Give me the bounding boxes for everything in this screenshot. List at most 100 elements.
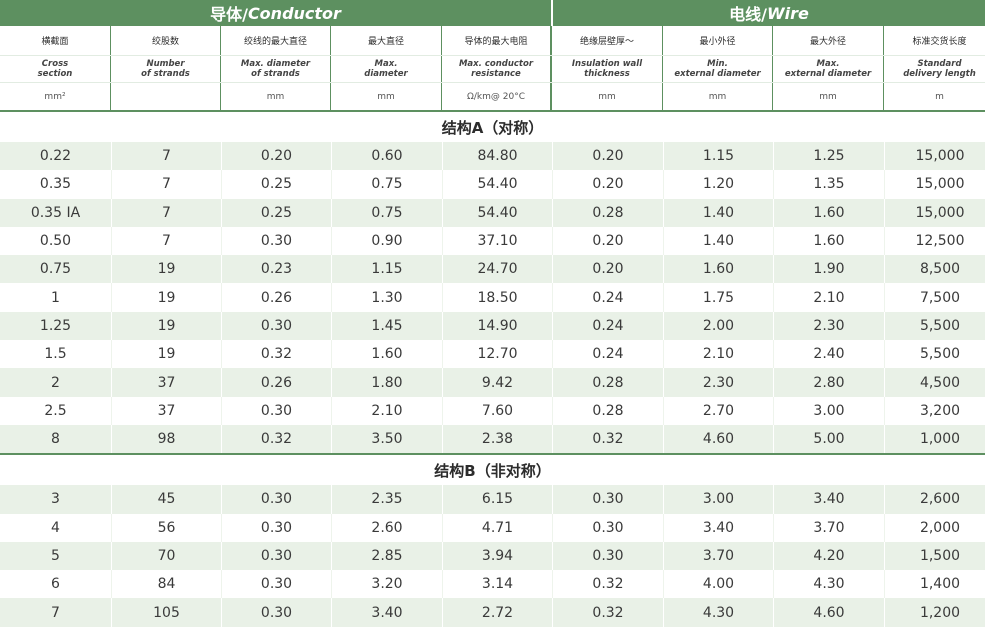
column-headers-zh: 横截面 绞股数 绞线的最大直径 最大直径 导体的最大电阻 绝缘层壁厚～ 最小外径… bbox=[0, 26, 985, 56]
col-header-en-line2: resistance bbox=[471, 69, 521, 79]
table-cell: 1.15 bbox=[663, 142, 773, 171]
table-cell: 1.25 bbox=[0, 311, 111, 341]
conductor-header-en: Conductor bbox=[247, 3, 341, 23]
table-cell: 0.32 bbox=[552, 598, 663, 627]
table-cell: 1.80 bbox=[331, 368, 442, 397]
table-cell: 0.20 bbox=[552, 226, 663, 256]
col-header-en-line1: Max. conductor bbox=[458, 59, 534, 69]
table-cell: 7,500 bbox=[884, 283, 985, 312]
col-unit: Ω/km@ 20°C bbox=[442, 83, 552, 110]
table-cell: 4.60 bbox=[773, 598, 884, 627]
table-cell: 4.30 bbox=[773, 570, 884, 599]
table-cell: 5 bbox=[0, 541, 111, 571]
table-cell: 2.80 bbox=[773, 368, 884, 397]
table-cell: 0.26 bbox=[221, 368, 331, 397]
table-cell: 0.30 bbox=[552, 513, 663, 542]
table-cell: 0.24 bbox=[552, 311, 663, 341]
table-body: 结构A（对称） 0.22 7 0.20 0.60 84.80 0.20 1.15 1.25 15,… bbox=[0, 110, 985, 627]
table-cell: 3.40 bbox=[663, 513, 773, 542]
table-cell: 0.20 bbox=[552, 142, 663, 171]
table-cell: 5,500 bbox=[884, 311, 985, 341]
table-cell: 3.40 bbox=[331, 598, 442, 627]
table-cell: 3.94 bbox=[442, 541, 552, 571]
column-headers-en: Cross section Number of strands Max. diame… bbox=[0, 56, 985, 83]
table-cell: 0.75 bbox=[331, 198, 442, 227]
col-header-en: Max. diameter bbox=[331, 56, 442, 82]
table-cell: 15,000 bbox=[884, 170, 985, 199]
table-cell: 0.28 bbox=[552, 396, 663, 425]
table-cell: 1,500 bbox=[884, 541, 985, 571]
col-header-en: Max. conductor resistance bbox=[442, 56, 552, 82]
table-cell: 6 bbox=[0, 570, 111, 599]
table-cell: 54.40 bbox=[442, 170, 552, 199]
table-cell: 2.10 bbox=[773, 283, 884, 312]
table-cell: 0.25 bbox=[221, 170, 331, 199]
col-header-en: Number of strands bbox=[111, 56, 221, 82]
table-cell: 3.00 bbox=[773, 396, 884, 425]
table-cell: 1,400 bbox=[884, 570, 985, 599]
table-cell: 1.30 bbox=[331, 283, 442, 312]
data-table: 0.22 7 0.20 0.60 84.80 0.20 1.15 1.25 15,000 0.35… bbox=[0, 142, 985, 454]
table-cell: 1.45 bbox=[331, 311, 442, 341]
table-cell: 1.60 bbox=[773, 198, 884, 227]
col-header-en: Max. external diameter bbox=[773, 56, 884, 82]
table-cell: 2,600 bbox=[884, 485, 985, 514]
table-cell: 0.60 bbox=[331, 142, 442, 171]
section-title: 结构A（对称） bbox=[441, 118, 544, 137]
col-header-en-line1: Cross bbox=[41, 59, 69, 69]
col-unit: mm bbox=[221, 83, 331, 110]
table-cell: 3.20 bbox=[331, 570, 442, 599]
col-header-zh: 导体的最大电阻 bbox=[442, 26, 552, 55]
col-header-en: Min. external diameter bbox=[663, 56, 773, 82]
col-header-en-line2: section bbox=[37, 69, 73, 79]
table-cell: 1 bbox=[0, 283, 111, 312]
col-header-zh: 最大直径 bbox=[331, 26, 442, 55]
table-cell: 2.38 bbox=[442, 424, 552, 454]
table-cell: 0.75 bbox=[331, 170, 442, 199]
table-cell: 2.60 bbox=[331, 513, 442, 542]
table-cell: 9.42 bbox=[442, 368, 552, 397]
table-cell: 37 bbox=[111, 396, 221, 425]
table-cell: 7 bbox=[111, 170, 221, 199]
col-unit: mm bbox=[663, 83, 773, 110]
table-cell: 0.20 bbox=[221, 142, 331, 171]
col-header-zh: 标准交货长度 bbox=[912, 37, 967, 47]
table-cell: 0.50 bbox=[0, 226, 111, 256]
table-cell: 0.30 bbox=[221, 311, 331, 341]
table-cell: 0.32 bbox=[552, 424, 663, 454]
table-cell: 19 bbox=[111, 340, 221, 369]
table-cell: 7 bbox=[0, 598, 111, 627]
table-cell: 0.30 bbox=[221, 396, 331, 425]
table-cell: 2.10 bbox=[663, 340, 773, 369]
table-cell: 0.32 bbox=[552, 570, 663, 599]
table-cell: 0.75 bbox=[0, 255, 111, 284]
table-cell: 1.90 bbox=[773, 255, 884, 284]
table-cell: 0.30 bbox=[221, 485, 331, 514]
table-cell: 19 bbox=[111, 311, 221, 341]
table-cell: 0.20 bbox=[552, 255, 663, 284]
table-cell: 7 bbox=[111, 198, 221, 227]
table-cell: 2.70 bbox=[663, 396, 773, 425]
table-cell: 8 bbox=[0, 424, 111, 454]
table-cell: 0.30 bbox=[221, 226, 331, 256]
spec-sheet: 导体/Conductor 电线/Wire 横截面 绞股数 绞线的最大直径 最大直… bbox=[0, 0, 985, 627]
table-cell: 0.20 bbox=[552, 170, 663, 199]
col-unit: mm bbox=[773, 83, 884, 110]
table-cell: 3.50 bbox=[331, 424, 442, 454]
table-cell: 12,500 bbox=[884, 226, 985, 256]
col-header-en-line1: Standard bbox=[917, 59, 962, 69]
col-header-en-line2: of strands bbox=[141, 69, 190, 79]
table-cell: 5.00 bbox=[773, 424, 884, 454]
col-unit: mm bbox=[331, 83, 442, 110]
table-cell: 2.35 bbox=[331, 485, 442, 514]
data-table: 3 45 0.30 2.35 6.15 0.30 3.00 3.40 2,600 4 56 0.30 2… bbox=[0, 485, 985, 627]
table-cell: 3.40 bbox=[773, 485, 884, 514]
table-cell: 37 bbox=[111, 368, 221, 397]
col-header-en: Insulation wall thickness bbox=[552, 56, 663, 82]
table-cell: 98 bbox=[111, 424, 221, 454]
group-header-bar: 导体/Conductor 电线/Wire bbox=[0, 0, 985, 26]
table-cell: 19 bbox=[111, 255, 221, 284]
table-cell: 0.32 bbox=[221, 424, 331, 454]
table-cell: 15,000 bbox=[884, 142, 985, 171]
table-cell: 0.30 bbox=[552, 485, 663, 514]
